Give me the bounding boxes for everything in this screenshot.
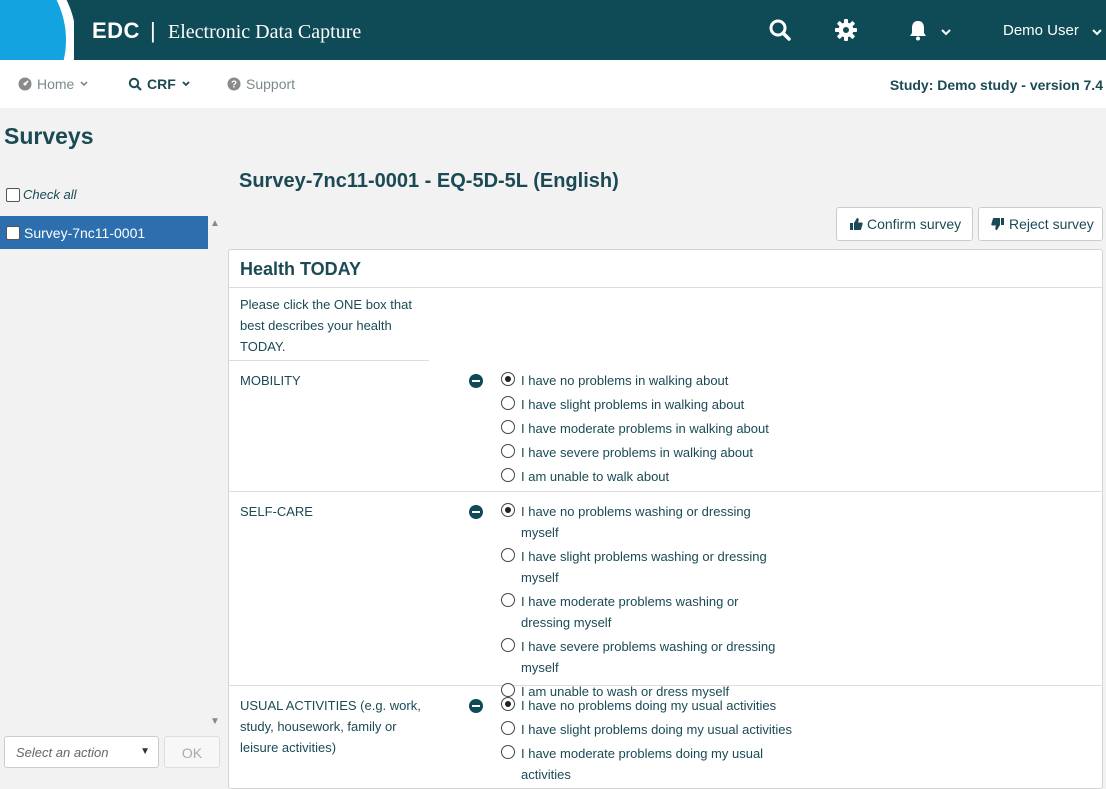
radio-option[interactable]: I have severe problems in walking about [501, 442, 821, 463]
radio-option[interactable]: I have no problems doing my usual activi… [501, 695, 801, 716]
ok-button[interactable]: OK [164, 736, 220, 768]
radio-button[interactable] [501, 468, 515, 482]
nav-home[interactable]: Home [18, 76, 89, 92]
surveys-heading: Surveys [4, 123, 94, 149]
radio-option[interactable]: I have slight problems doing my usual ac… [501, 719, 801, 740]
option-label: I am unable to walk about [521, 469, 670, 484]
caret-down-icon: ▼ [140, 746, 150, 757]
survey-panel: Health TODAY Please click the ONE box th… [228, 249, 1103, 789]
radio-button[interactable] [501, 721, 515, 735]
radio-button[interactable] [501, 503, 515, 517]
option-label: I have severe problems washing or dressi… [521, 639, 776, 675]
radio-button[interactable] [501, 697, 515, 711]
radio-button[interactable] [501, 372, 515, 386]
check-all-checkbox[interactable] [6, 187, 20, 202]
user-menu[interactable]: Demo User [1003, 22, 1079, 39]
question-label: USUAL ACTIVITIES (e.g. work, study, hous… [240, 698, 421, 755]
reject-survey-label: Reject survey [1009, 216, 1094, 232]
clear-answer-icon[interactable] [469, 505, 483, 519]
confirm-survey-label: Confirm survey [867, 216, 962, 232]
radio-option[interactable]: I am unable to walk about [501, 466, 821, 487]
nav-bar: Home CRF ? Support Study: Demo study - v… [0, 60, 1106, 108]
option-label: I have no problems doing my usual activi… [521, 698, 777, 713]
clear-answer-icon[interactable] [469, 374, 483, 388]
radio-button[interactable] [501, 444, 515, 458]
intro-row: Please click the ONE box that best descr… [229, 288, 429, 361]
clear-answer-icon[interactable] [469, 699, 483, 713]
thumbs-down-icon [991, 218, 1004, 230]
brand-separator: | [150, 18, 156, 43]
option-label: I have slight problems in walking about [521, 397, 745, 412]
option-label: I have no problems washing or dressing m… [521, 504, 751, 540]
radio-option[interactable]: I have slight problems washing or dressi… [501, 546, 791, 588]
option-label: I have slight problems doing my usual ac… [521, 722, 792, 737]
bell-icon[interactable] [906, 18, 930, 42]
option-label: I have no problems in walking about [521, 373, 729, 388]
scroll-down-icon[interactable]: ▼ [210, 716, 220, 727]
question-label: SELF-CARE [240, 504, 313, 519]
action-select[interactable]: Select an action ▼ [4, 736, 159, 768]
search-icon [128, 77, 142, 91]
svg-text:?: ? [231, 80, 237, 91]
check-all-label: Check all [23, 187, 77, 202]
option-label: I have severe problems in walking about [521, 445, 753, 460]
question-label: MOBILITY [240, 373, 301, 388]
option-label: I have moderate problems in walking abou… [521, 421, 769, 436]
radio-option[interactable]: I have no problems in walking about [501, 370, 821, 391]
radio-option[interactable]: I have moderate problems doing my usual … [501, 743, 801, 785]
radio-button[interactable] [501, 420, 515, 434]
survey-title: Survey-7nc11-0001 - EQ-5D-5L (English) [239, 170, 619, 192]
panel-title: Health TODAY [229, 250, 1102, 288]
scroll-up-icon[interactable]: ▲ [210, 218, 220, 229]
radio-option[interactable]: I have severe problems washing or dressi… [501, 636, 791, 678]
chevron-down-icon[interactable] [940, 25, 964, 49]
top-bar: EDC | Electronic Data Capture Demo User [0, 0, 1106, 60]
check-all[interactable]: Check all [6, 187, 76, 202]
radio-option[interactable]: I have moderate problems washing or dres… [501, 591, 791, 633]
dashboard-icon [18, 77, 32, 91]
radio-button[interactable] [501, 745, 515, 759]
question-self-care: SELF-CARE I have no problems washing or … [229, 492, 1102, 699]
action-select-label: Select an action [16, 745, 109, 760]
confirm-survey-button[interactable]: Confirm survey [836, 207, 973, 241]
thumbs-up-icon [850, 218, 863, 230]
radio-button[interactable] [501, 396, 515, 410]
option-label: I have moderate problems washing or dres… [521, 594, 739, 630]
radio-option[interactable]: I have no problems washing or dressing m… [501, 501, 791, 543]
nav-home-label: Home [37, 76, 75, 92]
nav-support[interactable]: ? Support [227, 76, 295, 92]
nav-crf-label: CRF [147, 76, 176, 92]
chevron-down-icon [80, 81, 88, 87]
list-item[interactable]: Survey-7nc11-0001 [0, 216, 208, 249]
nav-crf[interactable]: CRF [128, 76, 191, 92]
survey-checkbox[interactable] [6, 225, 20, 240]
user-chevron-icon[interactable] [1091, 25, 1103, 43]
study-label: Study: Demo study - version 7.4 [889, 77, 1103, 93]
radio-button[interactable] [501, 593, 515, 607]
help-icon: ? [227, 77, 241, 91]
radio-button[interactable] [501, 548, 515, 562]
question-usual-activities: USUAL ACTIVITIES (e.g. work, study, hous… [229, 686, 1102, 788]
radio-option[interactable]: I have moderate problems in walking abou… [501, 418, 821, 439]
gear-icon[interactable] [834, 18, 858, 42]
radio-option[interactable]: I have slight problems in walking about [501, 394, 821, 415]
survey-list: Survey-7nc11-0001 [0, 216, 208, 732]
intro-text: Please click the ONE box that best descr… [240, 297, 412, 354]
survey-item-label: Survey-7nc11-0001 [24, 224, 146, 241]
logo-swoosh [0, 0, 74, 60]
radio-button[interactable] [501, 638, 515, 652]
search-icon[interactable] [768, 18, 792, 42]
brand-name[interactable]: EDC [92, 18, 140, 44]
option-label: I have moderate problems doing my usual … [521, 746, 764, 782]
reject-survey-button[interactable]: Reject survey [978, 207, 1103, 241]
nav-support-label: Support [246, 76, 296, 92]
option-label: I have slight problems washing or dressi… [521, 549, 767, 585]
brand-subtitle: Electronic Data Capture [168, 21, 362, 43]
chevron-down-icon [182, 81, 190, 87]
question-mobility: MOBILITY I have no problems in walking a… [229, 361, 1102, 492]
